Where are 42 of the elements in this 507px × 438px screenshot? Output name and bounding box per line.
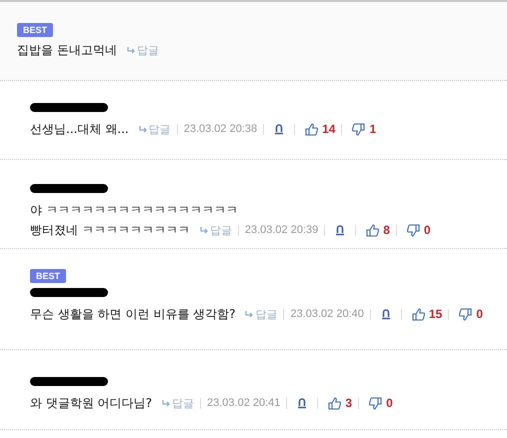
reply-arrow-icon xyxy=(138,126,148,132)
comment-date: 23.03.02 20:41 xyxy=(207,397,280,409)
reply-link[interactable]: 답글 xyxy=(200,222,232,238)
comment-text: 야 ㅋㅋㅋㅋㅋㅋㅋㅋㅋㅋㅋㅋㅋㅋㅋㅋ xyxy=(30,202,238,218)
comment-text: 선생님...대체 왜... xyxy=(30,120,129,138)
reply-link[interactable]: 답글 xyxy=(245,306,278,322)
reply-link[interactable]: 답글 xyxy=(138,122,171,136)
best-badge: BEST xyxy=(17,23,54,37)
reply-arrow-icon xyxy=(245,310,254,318)
comment-text: 집밥을 돈내고먹네 xyxy=(17,42,117,58)
reply-link[interactable]: 답글 xyxy=(126,42,159,58)
like-count: 14 xyxy=(322,122,336,136)
reply-arrow-icon xyxy=(200,226,209,234)
bell-icon[interactable] xyxy=(274,124,284,134)
reply-arrow-icon xyxy=(126,46,136,54)
best-badge: BEST xyxy=(30,269,66,283)
comment-date: 23.03.02 20:39 xyxy=(244,224,318,236)
thumbs-down-icon[interactable] xyxy=(406,224,420,236)
bell-icon[interactable] xyxy=(380,308,391,320)
thumbs-down-icon[interactable] xyxy=(459,308,472,320)
like-count: 15 xyxy=(428,307,442,321)
comment-text: 빵터졌네 ㅋㅋㅋㅋㅋㅋㅋㅋㅋ xyxy=(30,222,190,238)
thumbs-up-icon[interactable] xyxy=(412,308,425,320)
thumbs-down-icon[interactable] xyxy=(352,122,366,136)
dislike-count: 0 xyxy=(386,396,393,410)
dislike-count: 0 xyxy=(476,307,483,321)
like-count: 3 xyxy=(345,396,352,410)
reply-link[interactable]: 답글 xyxy=(162,396,194,410)
thumbs-up-icon[interactable] xyxy=(305,122,318,136)
bell-icon[interactable] xyxy=(297,398,308,408)
comment-date: 23.03.02 20:40 xyxy=(290,308,364,320)
reply-arrow-icon xyxy=(162,400,171,406)
thumbs-up-icon[interactable] xyxy=(366,224,380,236)
comment-text: 무슨 생활을 하면 이런 비유를 생각함? xyxy=(30,306,236,322)
bell-icon[interactable] xyxy=(335,224,346,236)
dislike-count: 1 xyxy=(369,122,376,136)
comment-text: 와 댓글학원 어디다님? xyxy=(30,394,152,412)
thumbs-up-icon[interactable] xyxy=(328,396,342,410)
like-count: 8 xyxy=(383,223,390,237)
thumbs-down-icon[interactable] xyxy=(369,396,382,410)
comment-date: 23.03.02 20:38 xyxy=(184,123,258,135)
dislike-count: 0 xyxy=(424,223,431,237)
